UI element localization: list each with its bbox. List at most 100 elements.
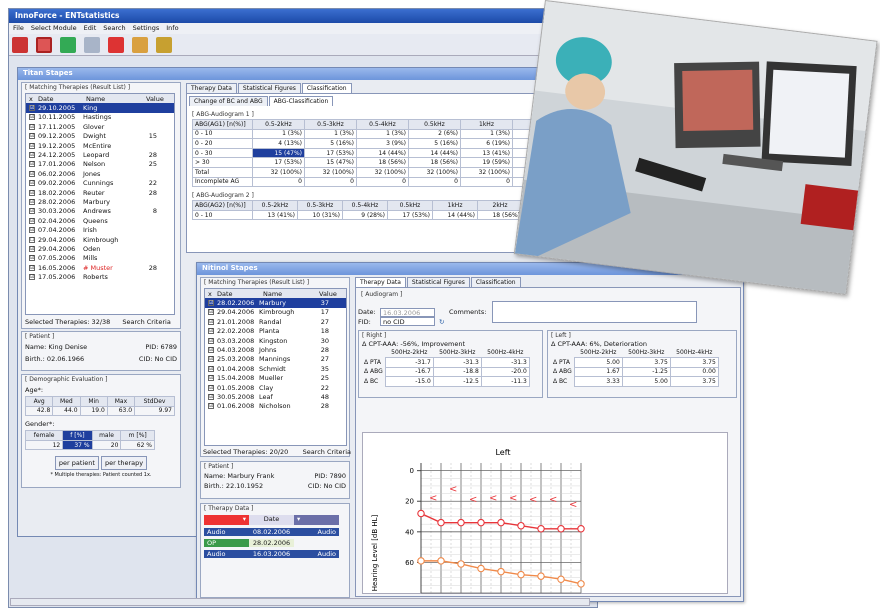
tab-abg-classification[interactable]: ABG-Classification [268,96,334,106]
tab-classification[interactable]: Classification [301,83,352,93]
list-item[interactable]: ☐ 29.04.2006 Kimbrough [26,235,174,244]
list-item[interactable]: ☑ 16.05.2006 # Muster 28 [26,263,174,272]
tab-classification[interactable]: Classification [470,277,521,287]
list-item[interactable]: ☑ 01.06.2008 Nicholson 28 [205,402,346,411]
row-checkbox[interactable]: ☑ [208,347,214,354]
chart-icon[interactable] [60,37,77,53]
therapy-filter-left[interactable]: ▾ [204,515,249,525]
row-checkbox[interactable]: ☑ [208,403,214,410]
menu-item-file[interactable]: File [13,24,24,32]
list-item[interactable]: ☑ 17.05.2006 Roberts [26,272,174,281]
users-icon[interactable] [132,37,149,53]
row-checkbox[interactable]: ☑ [208,365,214,372]
row-checkbox[interactable]: ☑ [208,384,214,391]
menu-item-search[interactable]: Search [103,24,125,32]
row-checkbox[interactable]: ☑ [208,318,214,325]
horizontal-scrollbar[interactable] [10,598,590,606]
row-checkbox[interactable]: ☑ [29,198,35,205]
row-checkbox[interactable]: ☑ [29,180,35,187]
menu-item-settings[interactable]: Settings [133,24,160,32]
row-checkbox[interactable]: ☑ [29,264,35,271]
tab-therapy-data[interactable]: Therapy Data [186,83,237,93]
nitinol-search-criteria[interactable]: Search Criteria [303,448,351,456]
fid-select[interactable]: no CID [380,317,435,326]
row-checkbox[interactable]: ☑ [208,356,214,363]
list-item[interactable]: ☑ 01.05.2008 Clay 22 [205,383,346,392]
list-item[interactable]: ☑ 30.03.2006 Andrews 8 [26,207,174,216]
row-checkbox[interactable]: ☑ [29,161,35,168]
list-item[interactable]: ☑ 17.01.2006 Nelson 25 [26,160,174,169]
row-checkbox[interactable]: ☑ [29,245,35,252]
list-item[interactable]: ☑ 24.12.2005 Leopard 28 [26,150,174,159]
list-item[interactable]: ☑ 04.03.2008 Johns 28 [205,345,346,354]
list-item[interactable]: ☑ 07.05.2006 Mills [26,254,174,263]
settings-icon[interactable] [84,37,101,53]
titan-search-criteria[interactable]: Search Criteria [122,318,170,326]
row-checkbox[interactable]: ☑ [29,170,35,177]
report-icon[interactable] [36,37,53,53]
list-item[interactable]: ☑ 09.02.2006 Cunnings 22 [26,179,174,188]
list-item[interactable]: ☑ 18.02.2006 Reuter 28 [26,188,174,197]
menu-item-select-module[interactable]: Select Module [31,24,77,32]
titan-result-list[interactable]: x Date Name Value ☑ 29.10.2005 King ☑ 10.11.… [25,93,175,315]
tab-statistical-figures[interactable]: Statistical Figures [406,277,470,287]
list-item[interactable]: ☑ 30.05.2008 Leaf 48 [205,392,346,401]
row-checkbox[interactable]: ☑ [29,255,35,262]
flag-icon[interactable] [108,37,125,53]
list-item[interactable]: ☑ 10.11.2005 Hastings [26,113,174,122]
therapy-row[interactable]: Audio 16.03.2006 Audio [204,549,346,559]
list-item[interactable]: ☑ 03.03.2008 Kingston 30 [205,336,346,345]
therapy-row[interactable]: OP 28.02.2006 [204,538,346,548]
row-checkbox[interactable]: ☑ [29,105,35,112]
table-cell: Δ ABG [553,368,572,376]
list-item[interactable]: ☑ 17.11.2005 Glover [26,122,174,131]
date-field[interactable]: 16.03.2006 [380,307,435,317]
list-item[interactable]: ☑ 29.04.2006 Oden [26,244,174,253]
row-checkbox[interactable]: ☑ [29,123,35,130]
list-item[interactable]: ☑ 06.02.2006 Jones [26,169,174,178]
row-checkbox[interactable]: ☐ [29,236,35,243]
row-checkbox[interactable]: ☑ [29,133,35,140]
row-checkbox[interactable]: ☑ [208,309,214,316]
row-checkbox[interactable]: ☑ [29,208,35,215]
list-item[interactable]: ☑ 25.03.2008 Mannings 27 [205,355,346,364]
refresh-icon[interactable]: ↻ [439,318,444,326]
row-checkbox[interactable]: ☑ [29,114,35,121]
row-checkbox[interactable]: ☑ [29,274,35,281]
list-item[interactable]: ☑ 21.01.2008 Randal 27 [205,317,346,326]
tab-change-of-bc-and-abg[interactable]: Change of BC and ABG [189,96,268,106]
row-checkbox[interactable]: ☑ [29,189,35,196]
therapy-filter-right[interactable]: ▾ [294,515,339,525]
list-item[interactable]: ☑ 29.04.2006 Kimbrough 17 [205,308,346,317]
list-item[interactable]: ☑ 15.04.2008 Mueller 25 [205,374,346,383]
row-checkbox[interactable]: ☑ [208,337,214,344]
back-icon[interactable] [12,37,28,53]
per-therapy-button[interactable]: per therapy [100,456,148,471]
list-item[interactable]: ☑ 02.04.2006 Queens [26,216,174,225]
row-checkbox[interactable]: ☑ [29,227,35,234]
row-checkbox[interactable]: ☑ [29,217,35,224]
list-item[interactable]: ☑ 01.04.2008 Schmidt 35 [205,364,346,373]
row-checkbox[interactable]: ☑ [29,142,35,149]
list-item[interactable]: ☑ 28.02.2006 Marbury [26,197,174,206]
statistics-icon[interactable] [156,37,173,53]
tab-therapy-data[interactable]: Therapy Data [355,277,406,287]
therapy-row[interactable]: Audio 08.02.2006 Audio [204,527,346,537]
row-checkbox[interactable]: ☑ [29,152,35,159]
row-checkbox[interactable]: ☑ [208,375,214,382]
nitinol-result-list[interactable]: x Date Name Value ☑ 28.02.2006 Marbury 37 ☑ 2… [204,288,347,446]
list-item[interactable]: ☑ 28.02.2006 Marbury 37 [205,298,346,308]
list-item[interactable]: ☑ 07.04.2006 Irish [26,225,174,234]
menu-item-edit[interactable]: Edit [84,24,97,32]
list-item[interactable]: ☑ 22.02.2008 Planta 18 [205,327,346,336]
list-item[interactable]: ☑ 29.10.2005 King [26,103,174,113]
menu-item-info[interactable]: Info [166,24,178,32]
comments-field[interactable] [492,301,698,323]
row-checkbox[interactable]: ☑ [208,393,214,400]
tab-statistical-figures[interactable]: Statistical Figures [237,83,301,93]
row-checkbox[interactable]: ☑ [208,328,214,335]
list-item[interactable]: ☑ 19.12.2005 McEntire [26,141,174,150]
row-checkbox[interactable]: ☑ [208,300,214,307]
per-patient-button[interactable]: per patient [54,456,99,471]
list-item[interactable]: ☑ 09.12.2005 Dwight 15 [26,132,174,141]
